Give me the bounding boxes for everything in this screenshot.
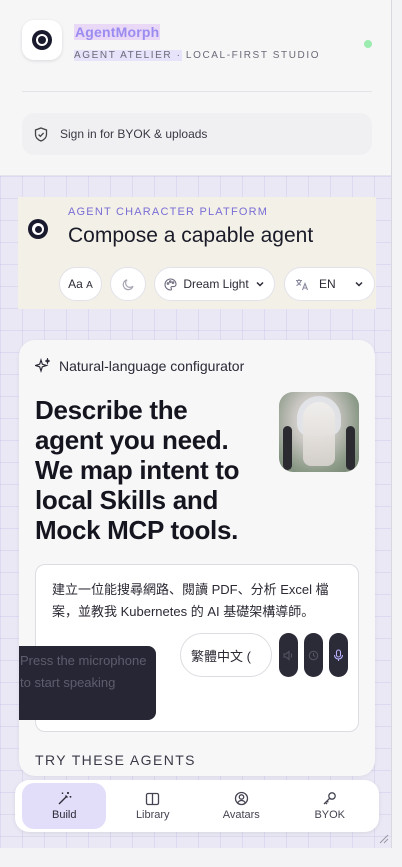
sparkles-icon	[35, 358, 50, 374]
title-line: Describe the	[35, 395, 188, 425]
microphone-icon	[333, 648, 344, 661]
configurator-heading-label: Natural-language configurator	[59, 358, 245, 374]
history-button[interactable]	[304, 633, 323, 677]
shield-check-icon	[34, 126, 48, 142]
language-label: EN	[319, 277, 336, 291]
key-icon	[323, 792, 337, 805]
moon-icon	[122, 278, 134, 290]
status-indicator	[364, 40, 372, 48]
app-subtitle: AGENT ATELIER · LOCAL-FIRST STUDIO	[74, 50, 320, 61]
nav-library-label: Library	[135, 808, 170, 821]
translate-icon	[296, 278, 309, 290]
nav-build[interactable]: Build	[22, 783, 107, 829]
app-subtitle-highlighted: AGENT ATELIER ·	[74, 50, 182, 61]
font-size-label-small: A	[86, 280, 93, 291]
microphone-button[interactable]	[329, 633, 348, 677]
try-agents-heading: TRY THESE AGENTS	[35, 752, 196, 768]
hero-kicker: AGENT CHARACTER PLATFORM	[68, 206, 269, 218]
nav-avatars-label: Avatars	[222, 809, 260, 821]
title-line: We map intent to	[35, 455, 240, 485]
speaker-button[interactable]	[279, 633, 298, 677]
app-name: AgentMorph	[74, 24, 161, 40]
font-size-label: Aa A	[68, 277, 93, 291]
hero-title: Compose a capable agent	[68, 224, 314, 247]
header-divider	[22, 91, 372, 92]
user-circle-icon	[234, 791, 248, 806]
history-icon	[308, 650, 319, 660]
wand-icon	[58, 792, 72, 805]
title-line: local Skills and	[35, 485, 219, 515]
dark-mode-toggle[interactable]	[110, 267, 146, 301]
app-logo[interactable]	[22, 20, 62, 60]
resize-grip-icon[interactable]	[377, 832, 389, 844]
book-icon	[146, 792, 160, 805]
app-header: AgentMorph AGENT ATELIER · LOCAL-FIRST S…	[0, 0, 391, 176]
mic-tooltip: Press the microphone to start speaking	[19, 646, 156, 720]
app-subtitle-rest: LOCAL-FIRST STUDIO	[181, 50, 321, 61]
avatar-next-button[interactable]	[346, 426, 355, 470]
chevron-down-icon	[256, 281, 264, 287]
signin-button[interactable]: Sign in for BYOK & uploads	[22, 113, 372, 155]
eye-icon	[28, 219, 48, 239]
nav-avatars[interactable]: Avatars	[199, 783, 283, 829]
font-size-button[interactable]: Aa A	[59, 267, 102, 301]
intent-prompt-value: 建立一位能搜尋網路、閱讀 PDF、分析 Excel 檔案，並教我 Kuberne…	[52, 582, 329, 619]
speaker-icon	[283, 649, 293, 661]
font-size-label-main: Aa	[68, 277, 83, 291]
bottom-nav: Build Library Avatars BYOK	[15, 780, 379, 832]
signin-label: Sign in for BYOK & uploads	[60, 127, 208, 141]
app-frame: AgentMorph AGENT ATELIER · LOCAL-FIRST S…	[0, 0, 392, 848]
nav-byok[interactable]: BYOK	[288, 783, 372, 829]
theme-select[interactable]: Dream Light	[154, 267, 275, 301]
nav-library[interactable]: Library	[111, 783, 195, 829]
agent-avatar-preview[interactable]	[279, 392, 359, 472]
configurator-title: Describe the agent you need. We map inte…	[35, 395, 275, 545]
configurator-heading: Natural-language configurator	[35, 358, 244, 374]
language-select[interactable]: EN	[284, 267, 375, 301]
title-line: agent you need.	[35, 425, 229, 455]
speech-language-label: 繁體中文 (	[191, 648, 251, 664]
hero-panel: AGENT CHARACTER PLATFORM Compose a capab…	[18, 197, 376, 309]
chevron-down-icon	[355, 281, 363, 287]
nav-byok-label: BYOK	[314, 809, 346, 821]
avatar-prev-button[interactable]	[283, 426, 292, 470]
eye-logo-icon	[32, 30, 52, 50]
avatar-figure	[303, 402, 335, 466]
title-line: Mock MCP tools.	[35, 515, 239, 545]
palette-icon	[164, 277, 177, 291]
speech-language-select[interactable]: 繁體中文 (	[180, 633, 272, 677]
nav-build-label: Build	[52, 809, 77, 821]
configurator-card: Natural-language configurator Describe t…	[19, 340, 375, 776]
theme-label: Dream Light	[183, 277, 249, 291]
